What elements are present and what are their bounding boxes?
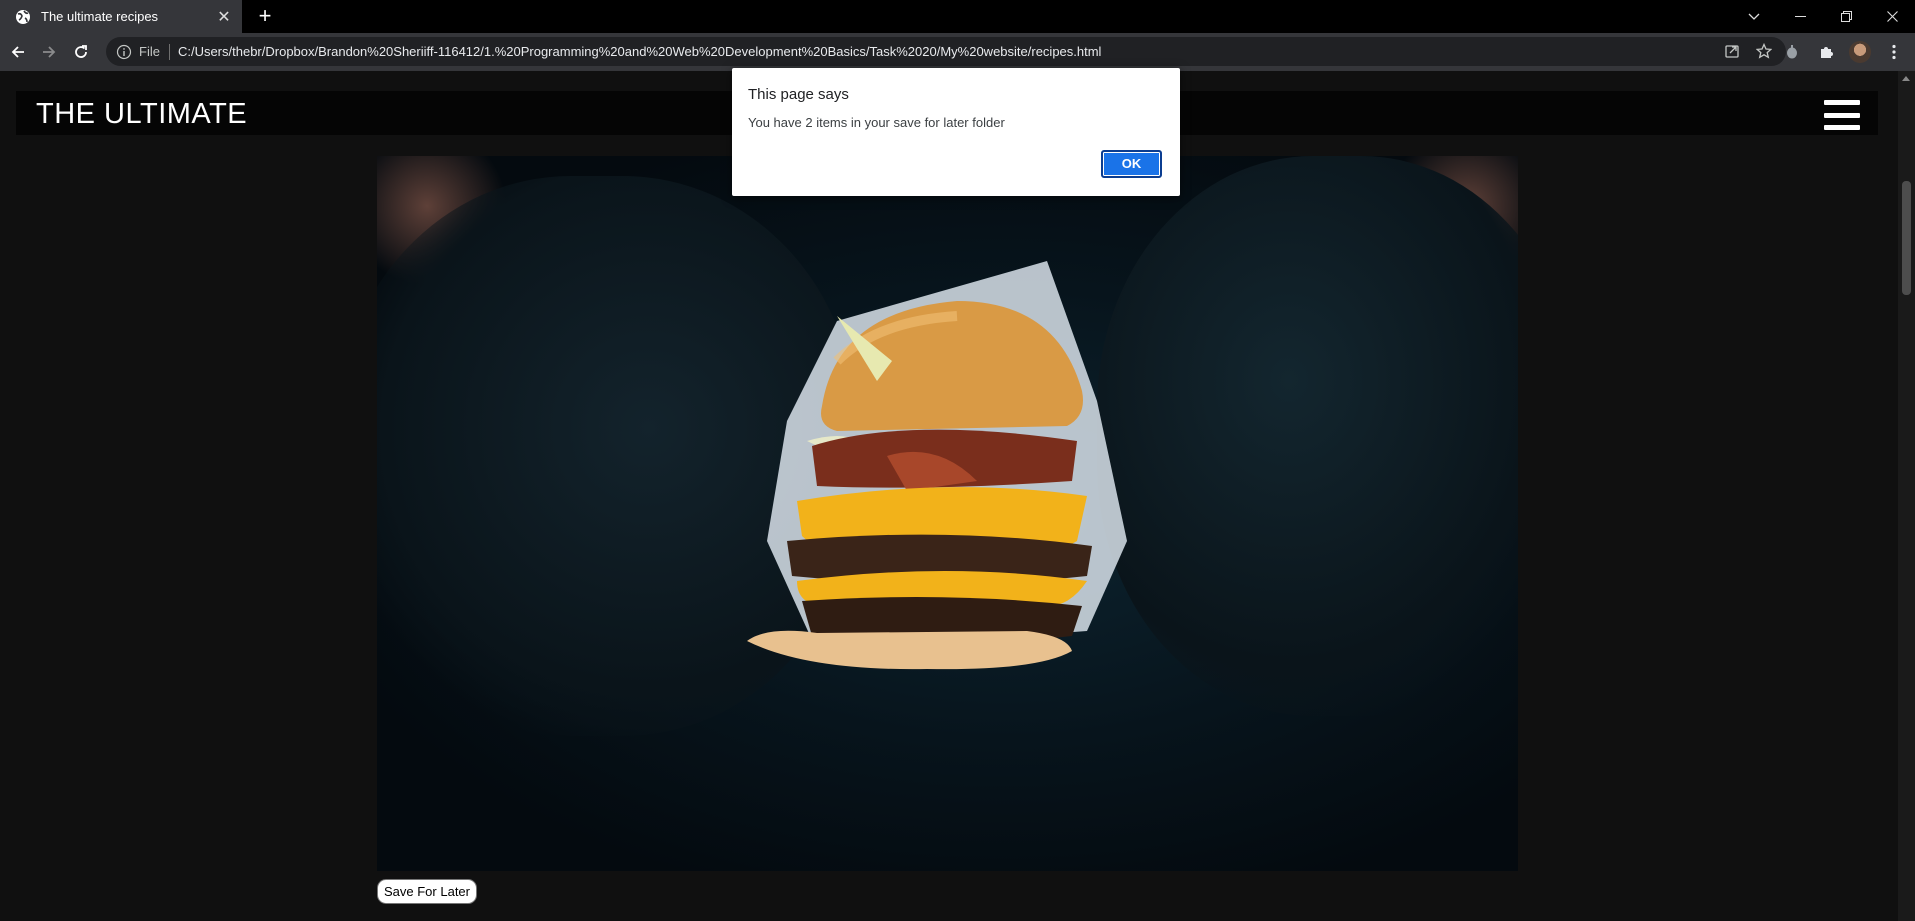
dialog-message: You have 2 items in your save for later …	[748, 115, 1005, 130]
page-viewport: THE ULTIMATE Save For Later	[0, 71, 1898, 921]
tab-search-icon[interactable]	[1731, 0, 1777, 33]
scroll-thumb[interactable]	[1902, 181, 1911, 295]
alert-dialog: This page says You have 2 items in your …	[732, 68, 1180, 196]
omnibox-divider	[168, 43, 170, 60]
star-icon[interactable]	[1756, 43, 1772, 59]
globe-icon	[16, 9, 30, 24]
minimize-icon[interactable]	[1777, 0, 1823, 33]
dialog-title: This page says	[748, 86, 849, 103]
arrow-left-icon[interactable]	[6, 40, 30, 64]
restore-icon[interactable]	[1823, 0, 1869, 33]
address-bar[interactable]: File C:/Users/thebr/Dropbox/Brandon%20Sh…	[106, 37, 1786, 66]
close-icon[interactable]: ✕	[214, 7, 234, 27]
ok-button[interactable]: OK	[1101, 150, 1162, 178]
plus-icon[interactable]: +	[254, 5, 276, 28]
share-icon[interactable]	[1724, 43, 1740, 59]
extension-icon[interactable]	[1779, 39, 1805, 65]
tab-title: The ultimate recipes	[41, 9, 159, 24]
burger-illustration	[747, 261, 1127, 670]
puzzle-icon[interactable]	[1813, 39, 1839, 65]
info-icon[interactable]	[116, 44, 132, 60]
site-title: THE ULTIMATE	[36, 98, 248, 130]
tab-active[interactable]: The ultimate recipes ✕	[0, 0, 242, 33]
scroll-up-icon[interactable]	[1902, 76, 1910, 81]
profile-avatar[interactable]	[1847, 39, 1873, 65]
avatar	[1849, 41, 1871, 63]
save-for-later-button[interactable]: Save For Later	[377, 879, 477, 904]
kebab-menu-icon[interactable]	[1881, 39, 1907, 65]
arrow-right-icon[interactable]	[37, 40, 61, 64]
tab-strip: The ultimate recipes ✕ +	[0, 0, 1915, 33]
close-window-icon[interactable]	[1869, 0, 1915, 33]
url-text[interactable]: C:/Users/thebr/Dropbox/Brandon%20Sheriif…	[178, 44, 1102, 59]
hamburger-icon[interactable]	[1824, 100, 1860, 130]
burger-image	[377, 156, 1518, 871]
reload-icon[interactable]	[69, 40, 93, 64]
window-controls	[1731, 0, 1915, 33]
scheme-label: File	[139, 44, 160, 59]
page-scrollbar[interactable]	[1898, 71, 1915, 921]
browser-toolbar: File C:/Users/thebr/Dropbox/Brandon%20Sh…	[0, 33, 1915, 71]
